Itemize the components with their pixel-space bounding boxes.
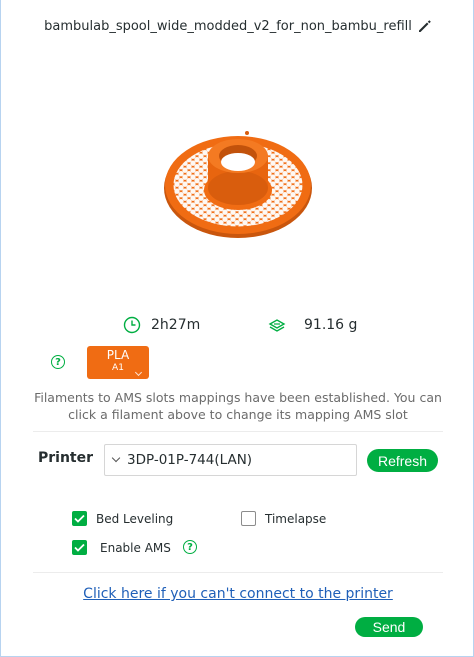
printer-select[interactable]: 3DP-01P-744(LAN) (104, 444, 357, 476)
chevron-down-icon (111, 453, 121, 463)
ams-help-icon[interactable]: ? (183, 540, 197, 554)
bed-leveling-option[interactable]: Bed Leveling (72, 511, 173, 526)
connection-help-link[interactable]: Click here if you can't connect to the p… (33, 586, 443, 602)
clock-icon (123, 316, 141, 334)
filament-slot-chip[interactable]: PLA A1 (87, 346, 149, 379)
timelapse-label: Timelapse (265, 511, 327, 526)
enable-ams-checkbox[interactable] (72, 540, 87, 555)
print-time-stat: 2h27m (123, 316, 200, 334)
filament-help-icon[interactable]: ? (51, 355, 65, 369)
filament-weight: 91.16 g (304, 317, 358, 333)
model-name: bambulab_spool_wide_modded_v2_for_non_ba… (44, 18, 412, 34)
divider (33, 431, 443, 432)
mapping-note: Filaments to AMS slots mappings have bee… (34, 390, 442, 422)
enable-ams-label: Enable AMS (100, 540, 171, 555)
timelapse-option[interactable]: Timelapse (241, 511, 326, 526)
divider (33, 572, 443, 573)
model-thumbnail (161, 128, 315, 240)
print-stats: 2h27m 91.16 g (1, 316, 474, 338)
weight-stat: 91.16 g (268, 316, 357, 334)
refresh-button[interactable]: Refresh (367, 449, 438, 472)
pencil-icon[interactable] (416, 18, 432, 34)
enable-ams-option[interactable]: Enable AMS (72, 540, 171, 555)
print-time: 2h27m (151, 317, 201, 333)
model-title-row: bambulab_spool_wide_modded_v2_for_non_ba… (1, 16, 474, 36)
printer-label: Printer (38, 450, 94, 466)
send-button[interactable]: Send (355, 617, 423, 637)
printer-selected-value: 3DP-01P-744(LAN) (127, 452, 253, 468)
filament-weight-icon (268, 319, 286, 332)
send-print-dialog: bambulab_spool_wide_modded_v2_for_non_ba… (0, 0, 474, 657)
timelapse-checkbox[interactable] (241, 511, 256, 526)
bed-leveling-label: Bed Leveling (96, 511, 174, 526)
filament-type: PLA (106, 348, 130, 362)
bed-leveling-checkbox[interactable] (72, 511, 87, 526)
